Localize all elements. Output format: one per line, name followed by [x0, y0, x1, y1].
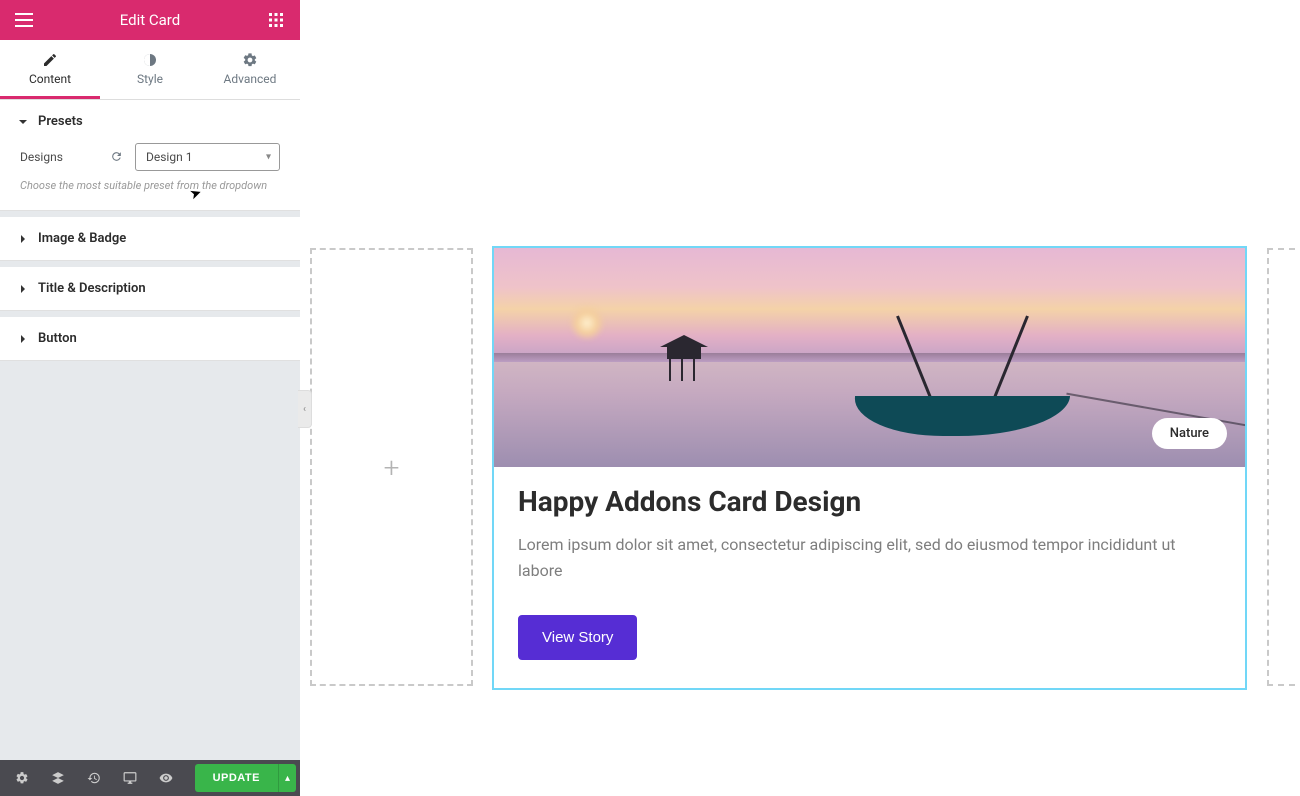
designs-control: Designs Design 1: [20, 143, 280, 171]
add-widget-icon: +: [384, 451, 400, 484]
designs-label: Designs: [20, 150, 98, 164]
panel-content: Presets Designs Design 1 Choose the most…: [0, 100, 300, 760]
refresh-icon[interactable]: [106, 144, 127, 171]
section-button: Button: [0, 317, 300, 361]
sidebar-header: Edit Card: [0, 0, 300, 40]
section-title-description: Title & Description: [0, 267, 300, 311]
tab-style[interactable]: Style: [100, 40, 200, 99]
card-title: Happy Addons Card Design: [518, 485, 1221, 518]
caret-right-icon: [18, 284, 28, 294]
caret-down-icon: [18, 117, 28, 127]
empty-column-right[interactable]: [1267, 248, 1300, 686]
apps-grid-icon[interactable]: [264, 13, 288, 27]
tab-label: Content: [29, 72, 71, 86]
canvas-area: + Nature Happy Addons: [300, 0, 1300, 796]
card-widget[interactable]: Nature Happy Addons Card Design Lorem ip…: [492, 246, 1247, 690]
tab-content[interactable]: Content: [0, 40, 100, 99]
section-title: Presets: [38, 114, 83, 129]
card-body: Happy Addons Card Design Lorem ipsum dol…: [494, 467, 1245, 688]
sidebar-footer: UPDATE ▴: [0, 760, 300, 796]
history-icon[interactable]: [76, 760, 112, 796]
card-badge: Nature: [1152, 418, 1227, 449]
section-header-button[interactable]: Button: [0, 317, 300, 360]
sidebar-title: Edit Card: [36, 11, 264, 29]
card-description: Lorem ipsum dolor sit amet, consectetur …: [518, 532, 1221, 585]
caret-right-icon: [18, 234, 28, 244]
tab-advanced[interactable]: Advanced: [200, 40, 300, 99]
editor-sidebar: Edit Card Content Style Advanced Pres: [0, 0, 300, 796]
tab-label: Style: [137, 72, 163, 86]
designs-dropdown[interactable]: Design 1: [135, 143, 280, 171]
settings-icon[interactable]: [4, 760, 40, 796]
card-image: Nature: [494, 248, 1245, 467]
hamburger-menu-icon[interactable]: [12, 13, 36, 27]
section-title: Image & Badge: [38, 231, 126, 246]
tab-label: Advanced: [224, 72, 277, 86]
section-header-title-description[interactable]: Title & Description: [0, 267, 300, 310]
section-body-presets: Designs Design 1 Choose the most suitabl…: [0, 143, 300, 210]
section-presets: Presets Designs Design 1 Choose the most…: [0, 100, 300, 211]
section-title: Button: [38, 331, 77, 346]
update-button-group: UPDATE ▴: [195, 764, 296, 792]
editor-tabs: Content Style Advanced: [0, 40, 300, 100]
responsive-icon[interactable]: [112, 760, 148, 796]
preview-icon[interactable]: [148, 760, 184, 796]
update-options-toggle[interactable]: ▴: [278, 764, 296, 792]
preset-help-text: Choose the most suitable preset from the…: [20, 179, 280, 192]
section-header-presets[interactable]: Presets: [0, 100, 300, 143]
empty-column-left[interactable]: +: [310, 248, 473, 686]
sidebar-collapse-toggle[interactable]: ‹: [298, 390, 312, 428]
card-button[interactable]: View Story: [518, 615, 637, 660]
section-image-badge: Image & Badge: [0, 217, 300, 261]
navigator-icon[interactable]: [40, 760, 76, 796]
section-header-image-badge[interactable]: Image & Badge: [0, 217, 300, 260]
section-title: Title & Description: [38, 281, 146, 296]
caret-right-icon: [18, 334, 28, 344]
update-button[interactable]: UPDATE: [195, 764, 278, 792]
